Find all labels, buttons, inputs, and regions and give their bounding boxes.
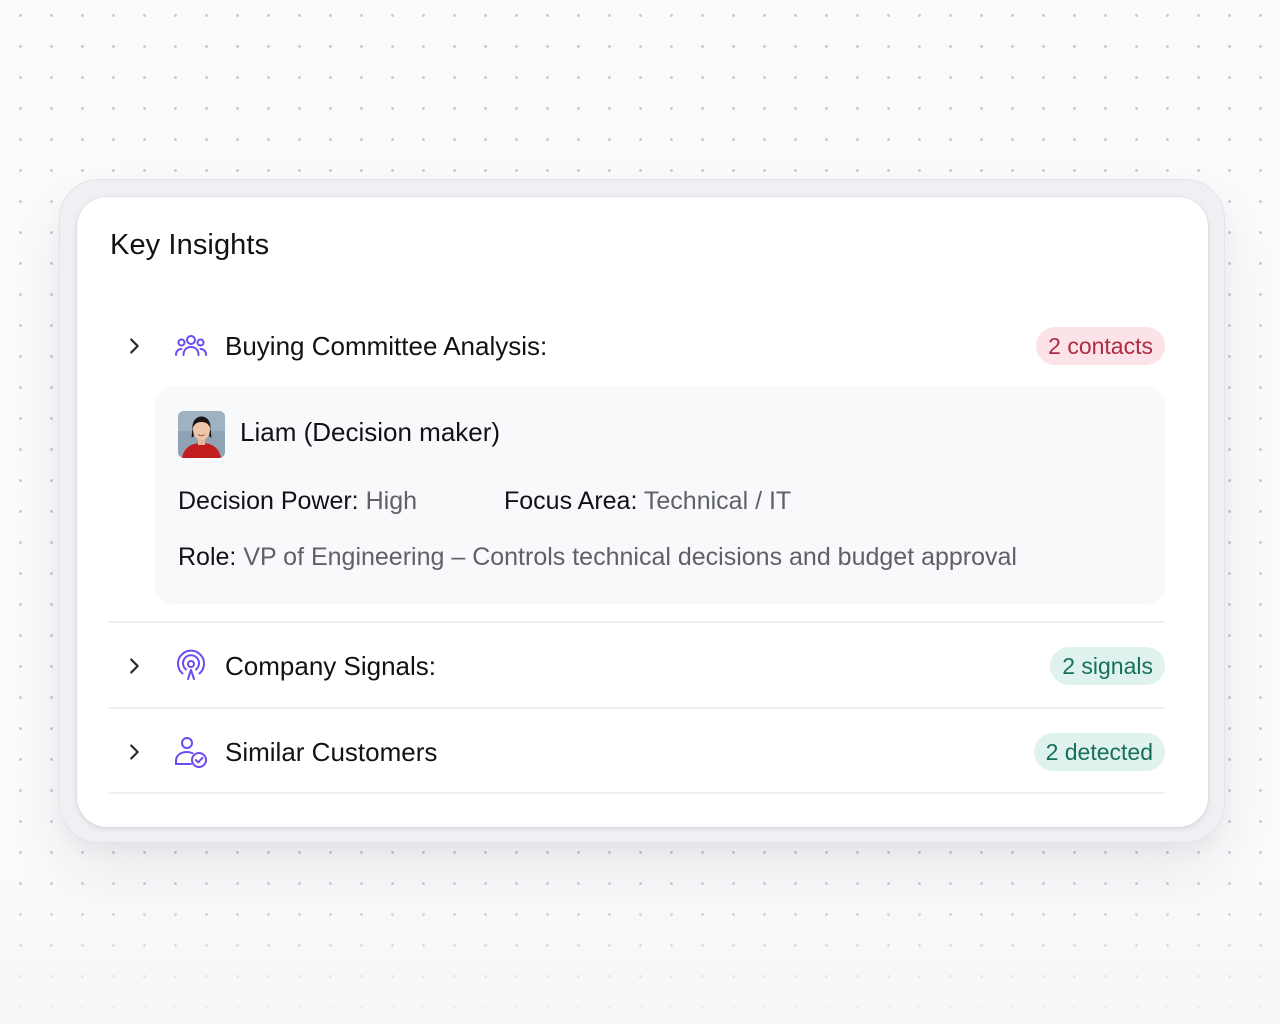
decision-power-label: Decision Power: — [178, 487, 359, 515]
chevron-right-icon[interactable] — [123, 655, 145, 677]
section-buying-committee[interactable]: Buying Committee Analysis: 2 contacts — [109, 326, 1165, 366]
card-title: Key Insights — [110, 229, 270, 261]
key-insights-card: Key Insights Buying Committee Analysis: … — [77, 197, 1208, 827]
avatar — [178, 411, 225, 458]
focus-area-field: Focus Area: Technical / IT — [504, 487, 791, 516]
section-company-signals[interactable]: Company Signals: 2 signals — [109, 646, 1165, 686]
focus-area-label: Focus Area: — [504, 487, 638, 515]
chevron-right-icon[interactable] — [123, 335, 145, 357]
section-similar-customers[interactable]: Similar Customers 2 detected — [109, 732, 1165, 772]
contact-panel: Liam (Decision maker) Decision Power: Hi… — [155, 386, 1165, 604]
section-title: Company Signals: — [225, 651, 436, 681]
users-group-icon — [175, 335, 207, 356]
chevron-right-icon[interactable] — [123, 741, 145, 763]
section-divider — [109, 792, 1165, 794]
role-value: VP of Engineering – Controls technical d… — [243, 543, 1017, 571]
contact-name: Liam (Decision maker) — [240, 417, 501, 447]
role-field: Role: VP of Engineering – Controls techn… — [178, 543, 1017, 572]
background-fade — [0, 860, 1280, 1024]
contacts-count-badge: 2 contacts — [1036, 327, 1165, 365]
avatar-photo — [178, 411, 225, 458]
section-title: Similar Customers — [225, 737, 438, 767]
decision-power-field: Decision Power: High — [178, 487, 417, 516]
section-divider — [109, 707, 1165, 709]
role-label: Role: — [178, 543, 237, 571]
section-title: Buying Committee Analysis: — [225, 331, 548, 361]
detected-count-badge: 2 detected — [1033, 733, 1165, 771]
focus-area-value: Technical / IT — [643, 487, 792, 515]
user-check-icon — [175, 737, 207, 768]
broadcast-signal-icon — [177, 649, 205, 680]
section-divider — [109, 621, 1165, 623]
signals-count-badge: 2 signals — [1050, 647, 1165, 685]
decision-power-value: High — [365, 487, 418, 515]
